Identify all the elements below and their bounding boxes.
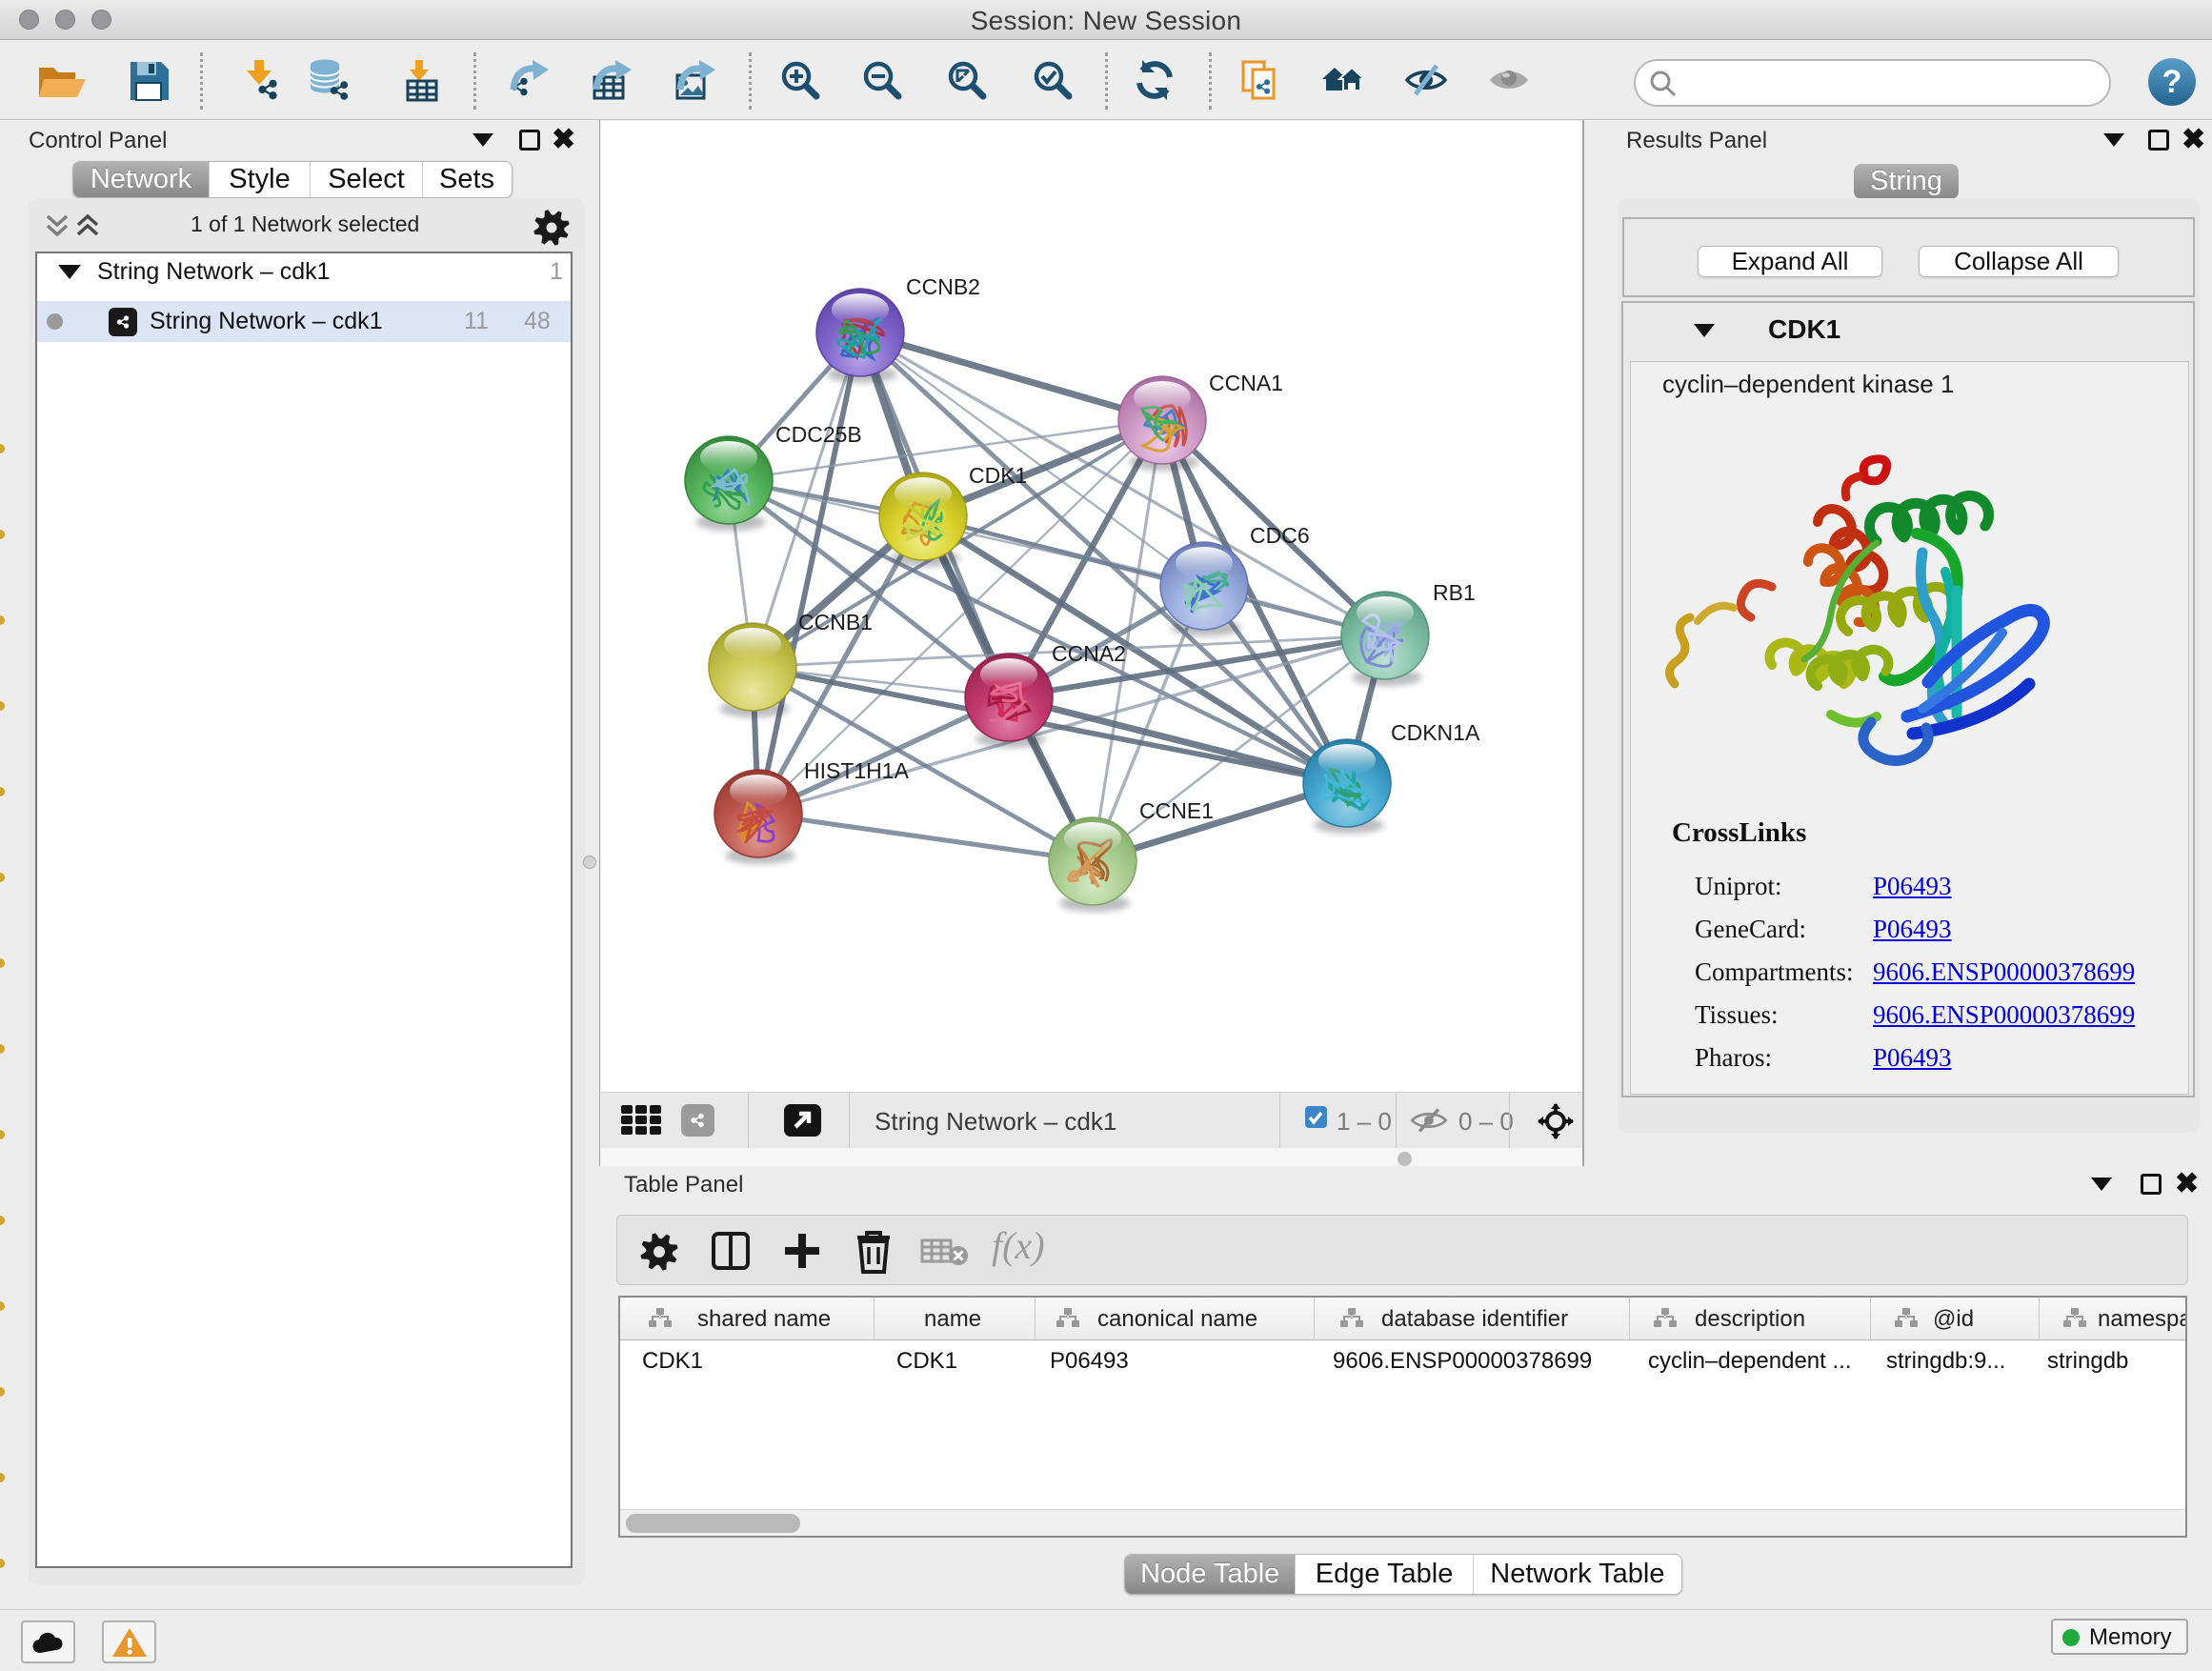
- svg-text:CCNB1: CCNB1: [798, 610, 873, 634]
- svg-text:CCNB2: CCNB2: [906, 274, 980, 299]
- svg-text:CDKN1A: CDKN1A: [1391, 720, 1480, 745]
- svg-text:CDC6: CDC6: [1250, 523, 1310, 548]
- svg-text:CCNE1: CCNE1: [1139, 798, 1214, 823]
- svg-text:CDK1: CDK1: [969, 463, 1027, 488]
- svg-text:HIST1H1A: HIST1H1A: [804, 758, 910, 783]
- svg-text:CCNA2: CCNA2: [1052, 641, 1126, 666]
- svg-text:CDC25B: CDC25B: [775, 422, 862, 447]
- svg-text:CCNA1: CCNA1: [1209, 371, 1283, 395]
- svg-text:RB1: RB1: [1433, 580, 1476, 605]
